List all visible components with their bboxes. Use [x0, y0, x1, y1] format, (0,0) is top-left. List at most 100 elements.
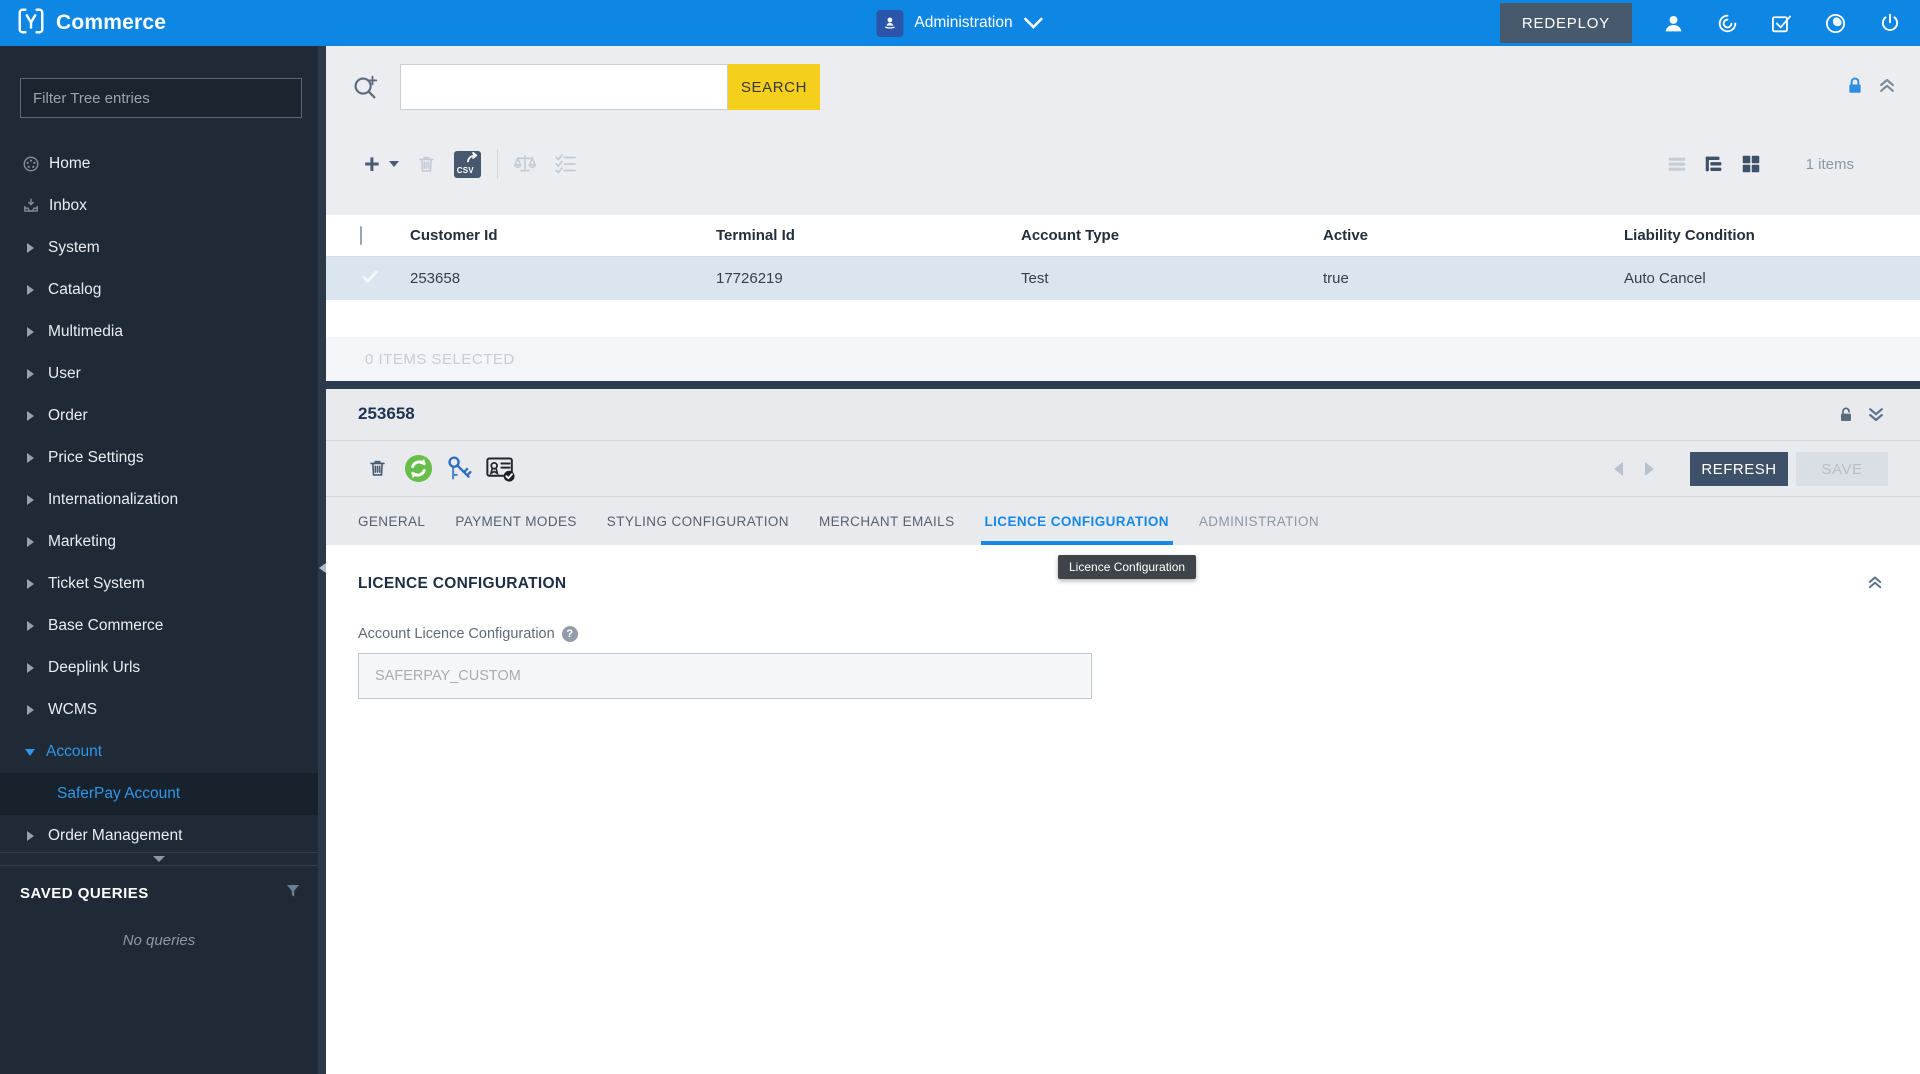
checklist-icon[interactable] — [553, 151, 579, 177]
detail-title: 253658 — [358, 404, 415, 423]
sidebar-item-multimedia[interactable]: Multimedia — [0, 311, 318, 353]
sidebar-item-system[interactable]: System — [0, 227, 318, 269]
sidebar-item-inbox[interactable]: Inbox — [0, 185, 318, 227]
sidebar-item-home[interactable]: Home — [0, 143, 318, 185]
help-icon[interactable]: ? — [561, 626, 578, 642]
licence-field-label: Account Licence Configuration — [358, 626, 555, 642]
tab-merchant-emails[interactable]: MERCHANT EMAILS — [819, 497, 955, 545]
globe-swirl-icon[interactable] — [1823, 11, 1848, 36]
brand[interactable]: Commerce — [0, 6, 166, 41]
expand-caret-icon — [27, 663, 34, 673]
detail-collapse-icon[interactable] — [1866, 405, 1886, 430]
panel-splitter[interactable] — [326, 381, 1920, 389]
expand-caret-icon — [27, 285, 34, 295]
sidebar-item-base-commerce[interactable]: Base Commerce — [0, 605, 318, 647]
cell-customer-id: 253658 — [410, 270, 461, 287]
add-dropdown-caret-icon[interactable] — [388, 161, 399, 167]
delete-account-icon[interactable] — [366, 457, 389, 480]
search-refresh-icon[interactable] — [350, 72, 380, 107]
tab-payment-modes[interactable]: PAYMENT MODES — [455, 497, 576, 545]
lock-icon[interactable] — [1846, 76, 1864, 101]
sidebar-item-user[interactable]: User — [0, 353, 318, 395]
saved-queries-title: SAVED QUERIES — [20, 885, 149, 902]
licence-configuration-section: Licence Configuration LICENCE CONFIGURAT… — [326, 545, 1920, 1074]
top-bar: Commerce Administration REDEPLOY — [0, 0, 1920, 46]
sync-test-connection-icon[interactable] — [403, 453, 434, 484]
refresh-button[interactable]: REFRESH — [1690, 452, 1788, 486]
column-header[interactable]: Active — [1323, 227, 1624, 244]
sidebar-item-deeplink-urls[interactable]: Deeplink Urls — [0, 647, 318, 689]
tab-tooltip: Licence Configuration — [1058, 555, 1197, 579]
sidebar-item-account[interactable]: Account — [0, 731, 318, 773]
power-logout-icon[interactable] — [1877, 11, 1902, 36]
search-button[interactable]: SEARCH — [728, 64, 820, 110]
expand-caret-icon — [27, 621, 34, 631]
prev-item-arrow[interactable] — [1614, 462, 1623, 476]
cell-active: true — [1323, 270, 1349, 287]
commerce-logo-icon — [16, 6, 46, 41]
table-header-row: Customer Id Terminal Id Account Type Act… — [326, 215, 1920, 257]
sidebar-item-internationalization[interactable]: Internationalization — [0, 479, 318, 521]
spiral-jobs-icon[interactable] — [1715, 11, 1740, 36]
column-header[interactable]: Account Type — [1021, 227, 1323, 244]
expand-caret-icon — [27, 243, 34, 253]
expand-caret-icon — [27, 327, 34, 337]
column-header[interactable]: Customer Id — [410, 227, 716, 244]
list-view-icon[interactable] — [1666, 153, 1688, 175]
filter-funnel-icon[interactable] — [284, 882, 302, 905]
add-item-button[interactable]: + — [364, 151, 380, 178]
main-panel: SEARCH + CSV 1 items Customer Id Termina… — [326, 46, 1920, 1074]
sidebar-item-saferpay-account[interactable]: SaferPay Account — [0, 773, 318, 815]
table-row[interactable]: 253658 17726219 Test true Auto Cancel — [326, 257, 1920, 300]
detail-lock-icon[interactable] — [1838, 406, 1854, 429]
section-collapse-icon[interactable] — [1866, 573, 1884, 596]
collapse-caret-icon — [25, 748, 35, 756]
sidebar-item-price-settings[interactable]: Price Settings — [0, 437, 318, 479]
chevron-down-icon — [1024, 17, 1043, 29]
detail-tabs: GENERAL PAYMENT MODES STYLING CONFIGURAT… — [326, 497, 1920, 545]
brand-name: Commerce — [56, 11, 167, 34]
tab-general[interactable]: GENERAL — [358, 497, 425, 545]
saved-queries-empty: No queries — [122, 932, 196, 949]
expand-caret-icon — [27, 453, 34, 463]
administration-menu[interactable]: Administration — [876, 9, 1043, 37]
sidebar-item-marketing[interactable]: Marketing — [0, 521, 318, 563]
expand-caret-icon — [27, 411, 34, 421]
sidebar-item-ticket-system[interactable]: Ticket System — [0, 563, 318, 605]
tasks-check-icon[interactable] — [1769, 11, 1794, 36]
delete-icon[interactable] — [415, 153, 438, 176]
sidebar-resize-strip[interactable] — [318, 46, 326, 1074]
column-header[interactable]: Terminal Id — [716, 227, 1021, 244]
column-header[interactable]: Liability Condition — [1624, 227, 1920, 244]
api-keys-icon[interactable] — [445, 454, 474, 483]
tab-licence-configuration[interactable]: LICENCE CONFIGURATION — [980, 497, 1174, 545]
save-button[interactable]: SAVE — [1796, 452, 1888, 486]
tree-view-icon[interactable] — [1703, 153, 1725, 175]
detail-panel: 253658 REFRESH SAVE GENERAL PAYMENT MODE… — [326, 389, 1920, 545]
sidebar-item-order-management[interactable]: Order Management — [0, 815, 318, 857]
compare-scales-icon[interactable] — [512, 151, 538, 177]
selection-status: 0 ITEMS SELECTED — [326, 337, 1920, 381]
sidebar-item-catalog[interactable]: Catalog — [0, 269, 318, 311]
toolbar-separator — [496, 149, 498, 179]
filter-tree-input[interactable] — [20, 78, 302, 118]
next-item-arrow[interactable] — [1645, 462, 1654, 476]
account-licence-configuration-input[interactable] — [358, 653, 1092, 699]
cell-account-type: Test — [1021, 270, 1049, 287]
tab-administration[interactable]: ADMINISTRATION — [1199, 497, 1319, 545]
tree-scroll-down-indicator[interactable] — [0, 852, 318, 866]
select-all-checkbox[interactable] — [360, 226, 362, 245]
sidebar-nav: Home Inbox System Catalog Multimedia Use… — [0, 143, 318, 857]
certificate-id-icon[interactable] — [485, 454, 516, 483]
expand-caret-icon — [27, 579, 34, 589]
sidebar-item-order[interactable]: Order — [0, 395, 318, 437]
user-profile-icon[interactable] — [1661, 11, 1686, 36]
tab-styling-configuration[interactable]: STYLING CONFIGURATION — [607, 497, 789, 545]
expand-caret-icon — [27, 537, 34, 547]
redeploy-button[interactable]: REDEPLOY — [1499, 3, 1632, 43]
search-input[interactable] — [400, 64, 728, 110]
list-collapse-icon[interactable] — [1877, 75, 1897, 100]
grid-view-icon[interactable] — [1740, 153, 1762, 175]
csv-export-icon[interactable]: CSV — [453, 150, 481, 178]
sidebar-item-wcms[interactable]: WCMS — [0, 689, 318, 731]
